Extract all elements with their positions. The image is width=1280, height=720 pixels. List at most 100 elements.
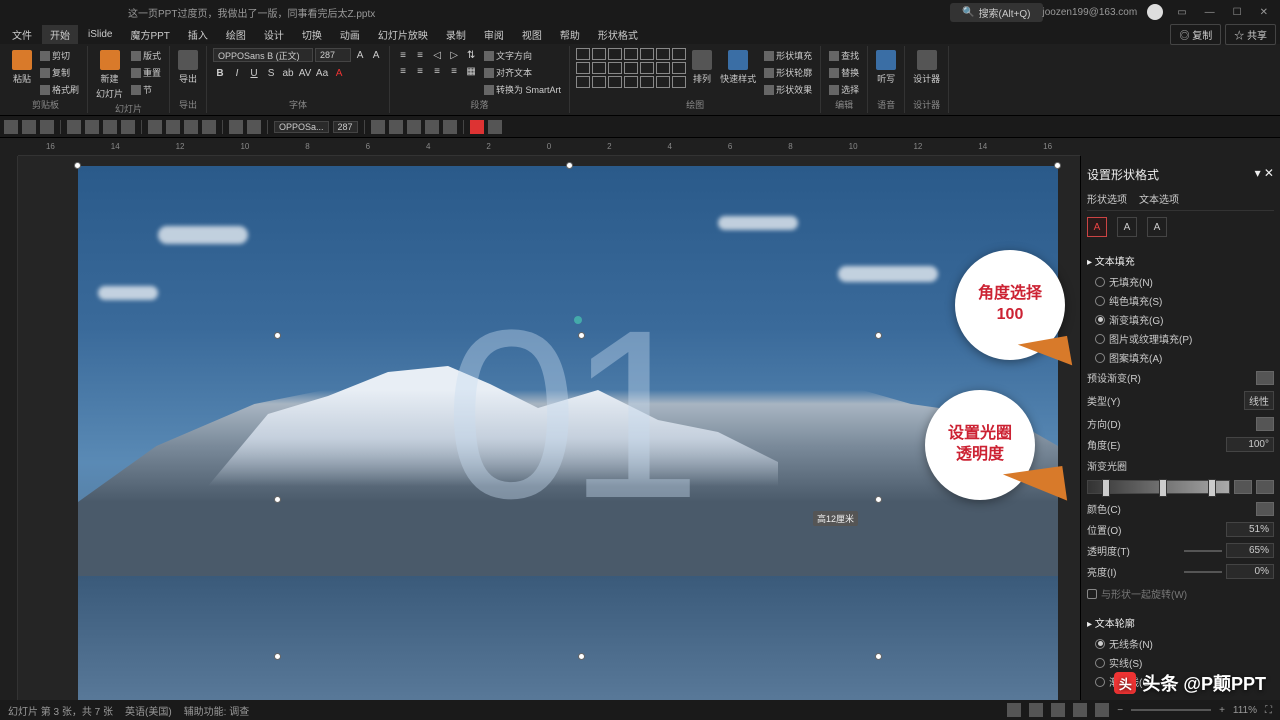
qat-icon[interactable] <box>184 120 198 134</box>
tab-text-options[interactable]: 文本选项 <box>1139 191 1179 206</box>
rotate-handle[interactable] <box>574 316 582 324</box>
panel-close-icon[interactable]: ▾ ✕ <box>1255 166 1274 183</box>
qat-icon[interactable] <box>407 120 421 134</box>
font-size-select[interactable] <box>315 48 351 62</box>
resize-handle[interactable] <box>578 332 585 339</box>
shape-fill-button[interactable]: 形状填充 <box>762 48 814 63</box>
bullets-button[interactable]: ≡ <box>396 48 410 62</box>
qat-icon[interactable] <box>443 120 457 134</box>
textbox-icon[interactable]: A <box>1147 217 1167 237</box>
menu-slideshow[interactable]: 幻灯片放映 <box>370 25 436 44</box>
add-stop-button[interactable] <box>1234 480 1252 494</box>
paste-button[interactable]: 粘贴 <box>10 48 34 87</box>
minimize-button[interactable]: — <box>1201 7 1219 18</box>
menu-file[interactable]: 文件 <box>4 25 40 44</box>
preset-gradient-picker[interactable] <box>1256 371 1274 385</box>
qat-icon[interactable] <box>229 120 243 134</box>
qat-redo-icon[interactable] <box>40 120 54 134</box>
find-button[interactable]: 查找 <box>827 48 861 63</box>
qat-icon[interactable] <box>67 120 81 134</box>
reading-view-icon[interactable] <box>1073 703 1087 717</box>
reset-button[interactable]: 重置 <box>129 65 163 80</box>
gradient-stops-slider[interactable] <box>1087 480 1230 494</box>
zoom-out-button[interactable]: − <box>1117 705 1123 716</box>
qat-save-icon[interactable] <box>4 120 18 134</box>
columns-button[interactable]: ▦ <box>464 64 478 78</box>
qat-icon[interactable] <box>247 120 261 134</box>
shape-gallery[interactable] <box>576 48 686 88</box>
radio-solid-fill[interactable]: 纯色填充(S) <box>1095 293 1274 308</box>
resize-handle[interactable] <box>875 496 882 503</box>
menu-islide[interactable]: iSlide <box>80 27 120 42</box>
indent-left-button[interactable]: ◁ <box>430 48 444 62</box>
text-effects-icon[interactable]: A <box>1117 217 1137 237</box>
normal-view-icon[interactable] <box>1029 703 1043 717</box>
transparency-input[interactable] <box>1226 543 1274 558</box>
resize-handle[interactable] <box>274 332 281 339</box>
section-button[interactable]: 节 <box>129 82 163 97</box>
qat-icon[interactable] <box>371 120 385 134</box>
qat-icon[interactable] <box>148 120 162 134</box>
zoom-level[interactable]: 111% <box>1233 705 1257 716</box>
resize-handle[interactable] <box>566 162 573 169</box>
radio-gradient-fill[interactable]: 渐变填充(G) <box>1095 312 1274 327</box>
text-fill-outline-icon[interactable]: A <box>1087 217 1107 237</box>
menu-shape-format[interactable]: 形状格式 <box>590 25 646 44</box>
align-center-button[interactable]: ≡ <box>413 64 427 78</box>
justify-button[interactable]: ≡ <box>447 64 461 78</box>
resize-handle[interactable] <box>274 496 281 503</box>
close-button[interactable]: ✕ <box>1256 7 1272 18</box>
copy-button[interactable]: 复制 <box>38 65 81 80</box>
qat-icon[interactable] <box>488 120 502 134</box>
accessibility-indicator[interactable]: 辅助功能: 调查 <box>184 703 250 718</box>
increase-font-icon[interactable]: A <box>353 48 367 62</box>
case-button[interactable]: Aa <box>315 66 329 80</box>
maximize-button[interactable]: ☐ <box>1229 7 1246 18</box>
qat-fontsize-select[interactable]: 287 <box>333 121 358 133</box>
qat-icon[interactable] <box>103 120 117 134</box>
language-indicator[interactable]: 英语(美国) <box>125 703 172 718</box>
radio-no-fill[interactable]: 无填充(N) <box>1095 274 1274 289</box>
layout-button[interactable]: 版式 <box>129 48 163 63</box>
titlebar-copy-button[interactable]: ◎ 复制 <box>1170 24 1221 45</box>
shape-outline-button[interactable]: 形状轮廓 <box>762 65 814 80</box>
tab-shape-options[interactable]: 形状选项 <box>1087 191 1127 206</box>
new-slide-button[interactable]: 新建 幻灯片 <box>94 48 125 102</box>
qat-icon[interactable] <box>202 120 216 134</box>
titlebar-share-button[interactable]: ☆ 共享 <box>1225 24 1276 45</box>
align-left-button[interactable]: ≡ <box>396 64 410 78</box>
qat-icon[interactable] <box>389 120 403 134</box>
qat-icon[interactable] <box>85 120 99 134</box>
angle-input[interactable] <box>1226 437 1274 452</box>
zoom-in-button[interactable]: + <box>1219 705 1225 716</box>
align-text-button[interactable]: 对齐文本 <box>482 65 563 80</box>
quick-styles-button[interactable]: 快速样式 <box>718 48 758 87</box>
avatar[interactable] <box>1147 4 1163 20</box>
cut-button[interactable]: 剪切 <box>38 48 81 63</box>
select-button[interactable]: 选择 <box>827 82 861 97</box>
section-text-fill[interactable]: ▸ 文本填充 <box>1087 249 1274 272</box>
designer-button[interactable]: 设计器 <box>911 48 942 87</box>
resize-handle[interactable] <box>274 653 281 660</box>
strikethrough-button[interactable]: S <box>264 66 278 80</box>
resize-handle[interactable] <box>875 653 882 660</box>
resize-handle[interactable] <box>875 332 882 339</box>
font-family-select[interactable] <box>213 48 313 62</box>
text-direction-button[interactable]: 文字方向 <box>482 48 563 63</box>
radio-no-line[interactable]: 无线条(N) <box>1095 636 1274 651</box>
menu-record[interactable]: 录制 <box>438 25 474 44</box>
fit-to-window-icon[interactable]: ⛶ <box>1265 705 1272 716</box>
sorter-view-icon[interactable] <box>1051 703 1065 717</box>
qat-icon[interactable] <box>425 120 439 134</box>
color-picker[interactable] <box>1256 502 1274 516</box>
zoom-slider[interactable] <box>1131 709 1211 711</box>
menu-draw[interactable]: 绘图 <box>218 25 254 44</box>
notes-button[interactable] <box>1007 703 1021 717</box>
arrange-button[interactable]: 排列 <box>690 48 714 87</box>
resize-handle[interactable] <box>1054 162 1061 169</box>
bold-button[interactable]: B <box>213 66 227 80</box>
menu-review[interactable]: 审阅 <box>476 25 512 44</box>
font-color-button[interactable]: A <box>332 66 346 80</box>
menu-insert[interactable]: 插入 <box>180 25 216 44</box>
dictate-button[interactable]: 听写 <box>874 48 898 87</box>
